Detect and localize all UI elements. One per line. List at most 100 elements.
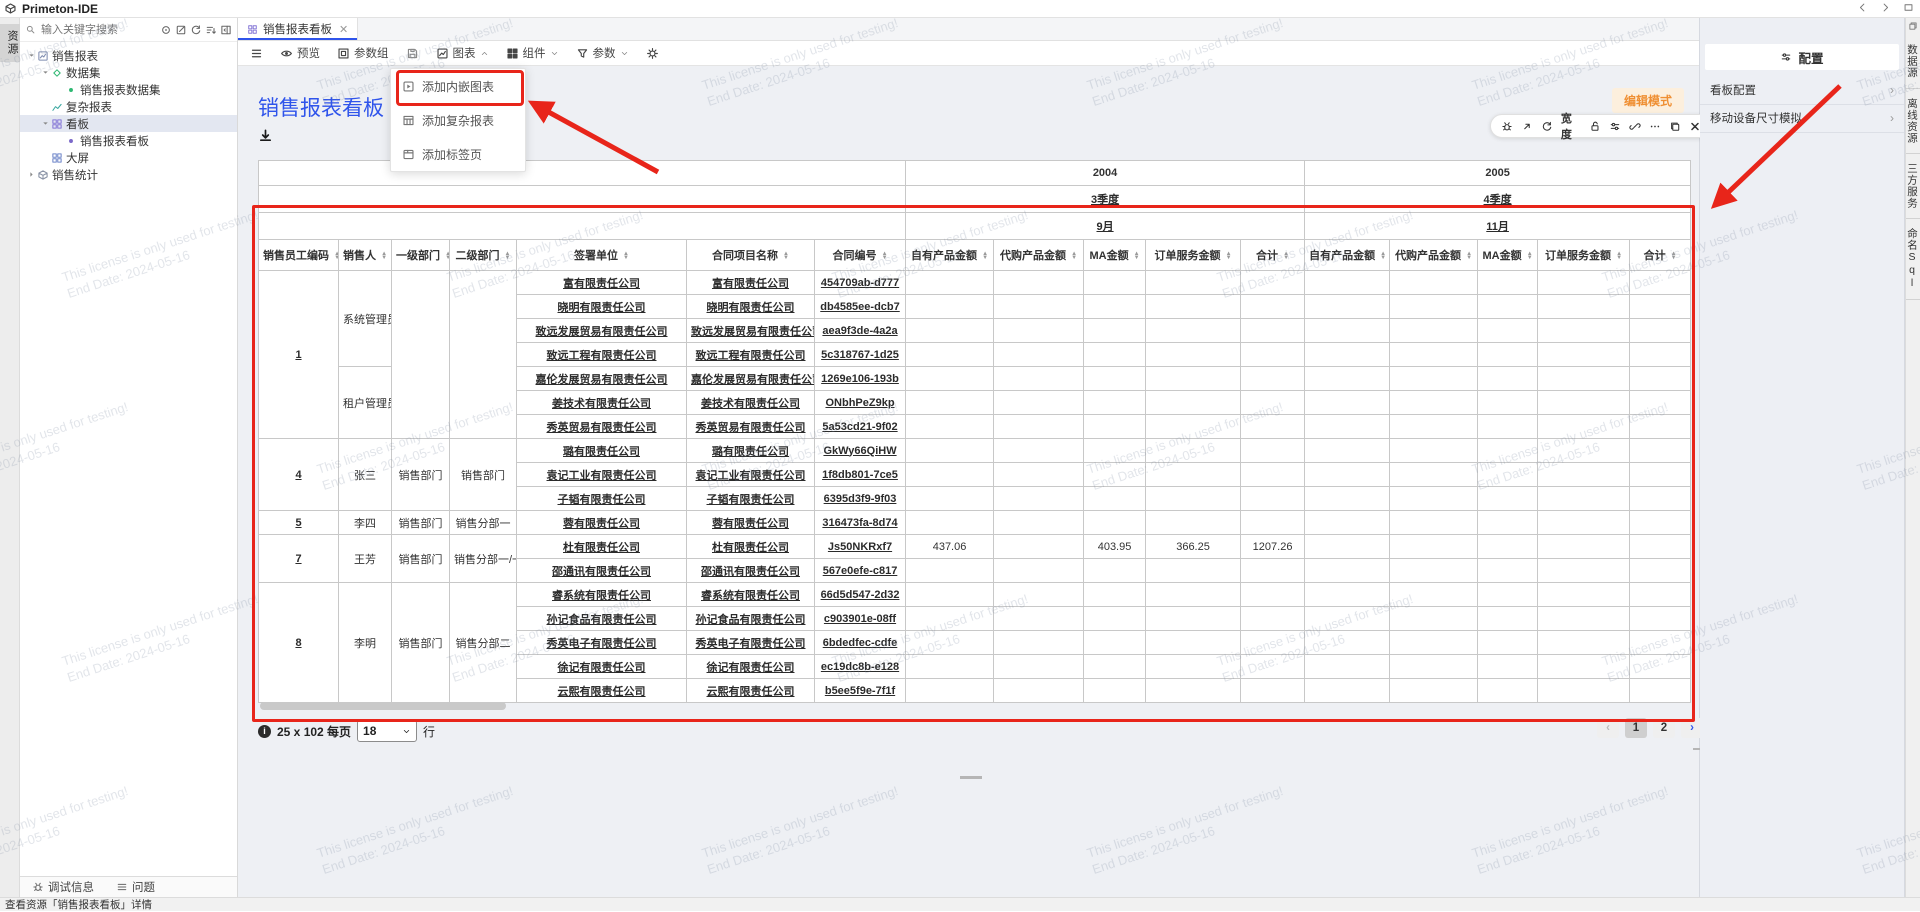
metric-column-header[interactable]: MA金额 ▲▼ bbox=[1084, 240, 1146, 271]
contract-link[interactable]: GkWy66QiHW bbox=[823, 445, 896, 457]
contract-link[interactable]: 454709ab-d777 bbox=[821, 277, 899, 289]
employee-code-link[interactable]: 7 bbox=[295, 553, 301, 565]
unit-link[interactable]: 璐有限责任公司 bbox=[563, 446, 640, 458]
menu-item-add-complex-report[interactable]: 添加复杂报表 bbox=[391, 103, 525, 137]
tree-item[interactable]: 销售报表看板 bbox=[20, 132, 237, 149]
unlock-icon[interactable] bbox=[1589, 120, 1601, 133]
widget-resize-handle[interactable] bbox=[960, 776, 982, 779]
refresh-icon[interactable] bbox=[1541, 120, 1553, 133]
tree-item[interactable]: 大屏 bbox=[20, 149, 237, 166]
tree-item[interactable]: 看板 bbox=[20, 115, 237, 132]
contract-link[interactable]: 5c318767-1d25 bbox=[821, 349, 899, 361]
unit-link[interactable]: 嘉伦发展贸易有限责任公司 bbox=[536, 374, 668, 386]
metric-column-header[interactable]: 代购产品金额 ▲▼ bbox=[1390, 240, 1478, 271]
tree-item[interactable]: 数据集 bbox=[20, 64, 237, 81]
width-label[interactable]: 宽度 bbox=[1561, 110, 1581, 142]
page-button-2[interactable]: 2 bbox=[1653, 718, 1675, 738]
metric-column-header[interactable]: 订单服务金额 ▲▼ bbox=[1146, 240, 1241, 271]
sort-list-icon[interactable] bbox=[205, 24, 217, 36]
unit-link[interactable]: 孙记食品有限责任公司 bbox=[547, 614, 657, 626]
settings-button[interactable] bbox=[646, 47, 659, 60]
close-icon[interactable]: ✕ bbox=[339, 23, 348, 36]
tree-item[interactable]: 复杂报表 bbox=[20, 98, 237, 115]
project-link[interactable]: 致远工程有限责任公司 bbox=[696, 350, 806, 362]
unit-link[interactable]: 致远发展贸易有限责任公司 bbox=[536, 326, 668, 338]
window-icon[interactable] bbox=[1903, 2, 1914, 13]
collapse-panel-icon[interactable] bbox=[220, 24, 232, 36]
more-icon[interactable] bbox=[1649, 120, 1661, 133]
project-link[interactable]: 富有限责任公司 bbox=[712, 278, 789, 290]
restore-panel-icon[interactable] bbox=[1908, 21, 1918, 31]
contract-link[interactable]: 316473fa-8d74 bbox=[822, 517, 897, 529]
metric-column-header[interactable]: 代购产品金额 ▲▼ bbox=[994, 240, 1084, 271]
bug-icon[interactable] bbox=[1501, 120, 1513, 133]
metric-column-header[interactable]: 自有产品金额 ▲▼ bbox=[906, 240, 994, 271]
tree-item[interactable]: 销售统计 bbox=[20, 166, 237, 183]
caret-down-icon[interactable] bbox=[40, 119, 50, 128]
employee-code-link[interactable]: 5 bbox=[295, 517, 301, 529]
unit-link[interactable]: 致远工程有限责任公司 bbox=[547, 350, 657, 362]
month-link[interactable]: 11月 bbox=[1486, 221, 1509, 233]
month-link[interactable]: 9月 bbox=[1096, 221, 1113, 233]
unit-link[interactable]: 睿系统有限责任公司 bbox=[552, 590, 651, 602]
edit-mode-button[interactable]: 编辑模式 bbox=[1612, 88, 1684, 113]
config-item-board-settings[interactable]: 看板配置› bbox=[1700, 76, 1904, 105]
tree-item[interactable]: 销售报表 bbox=[20, 47, 237, 64]
project-link[interactable]: 晓明有限责任公司 bbox=[707, 302, 795, 314]
search-input[interactable] bbox=[39, 23, 157, 37]
unit-link[interactable]: 袁记工业有限责任公司 bbox=[547, 470, 657, 482]
unit-link[interactable]: 富有限责任公司 bbox=[563, 278, 640, 290]
target-icon[interactable] bbox=[160, 24, 172, 36]
right-tab-third-party-services[interactable]: 三方服务 bbox=[1906, 154, 1920, 219]
config-item-mobile-size-sim[interactable]: 移动设备尺寸模拟› bbox=[1700, 104, 1904, 133]
project-link[interactable]: 杜有限责任公司 bbox=[712, 542, 789, 554]
contract-link[interactable]: ONbhPeZ9kp bbox=[825, 397, 894, 409]
contract-link[interactable]: 5a53cd21-9f02 bbox=[822, 421, 897, 433]
unit-link[interactable]: 徐记有限责任公司 bbox=[558, 662, 646, 674]
caret-right-icon[interactable] bbox=[26, 170, 36, 179]
unit-link[interactable]: 邵通讯有限责任公司 bbox=[552, 566, 651, 578]
metric-column-header[interactable]: 合计 ▲▼ bbox=[1630, 240, 1691, 271]
column-header[interactable]: 签署单位 ▲▼ bbox=[517, 240, 687, 271]
unit-link[interactable]: 秀英电子有限责任公司 bbox=[547, 638, 657, 650]
project-link[interactable]: 嘉伦发展贸易有限责任公司 bbox=[691, 374, 815, 386]
project-link[interactable]: 孙记食品有限责任公司 bbox=[696, 614, 806, 626]
menu-item-add-inline-chart[interactable]: 添加内嵌图表 bbox=[391, 69, 525, 103]
prev-page-button[interactable]: ‹ bbox=[1597, 718, 1619, 738]
contract-link[interactable]: 1f8db801-7ce5 bbox=[822, 469, 898, 481]
project-link[interactable]: 邵通讯有限责任公司 bbox=[701, 566, 800, 578]
unit-link[interactable]: 子韬有限责任公司 bbox=[558, 494, 646, 506]
project-link[interactable]: 秀英电子有限责任公司 bbox=[696, 638, 806, 650]
right-tab-offline-resources[interactable]: 离线资源 bbox=[1906, 89, 1920, 154]
save-button[interactable] bbox=[406, 47, 419, 60]
quarter-link[interactable]: 3季度 bbox=[1091, 194, 1119, 206]
download-button[interactable] bbox=[258, 128, 273, 143]
chevron-left-icon[interactable] bbox=[1857, 2, 1868, 13]
caret-down-icon[interactable] bbox=[40, 68, 50, 77]
refresh-icon[interactable] bbox=[190, 24, 202, 36]
resources-vertical-tab[interactable]: 资源 bbox=[0, 24, 20, 62]
horizontal-scrollbar[interactable] bbox=[260, 702, 506, 710]
unit-link[interactable]: 晓明有限责任公司 bbox=[558, 302, 646, 314]
contract-link[interactable]: 6bdedfec-cdfe bbox=[823, 637, 898, 649]
contract-link[interactable]: b5ee5f9e-7f1f bbox=[825, 685, 895, 697]
contract-link[interactable]: aea9f3de-4a2a bbox=[822, 325, 897, 337]
param-menu-button[interactable]: 参数 bbox=[576, 45, 629, 61]
employee-code-link[interactable]: 1 bbox=[295, 349, 301, 361]
component-menu-button[interactable]: 组件 bbox=[506, 45, 559, 61]
metric-column-header[interactable]: 自有产品金额 ▲▼ bbox=[1305, 240, 1390, 271]
edit-icon[interactable] bbox=[175, 24, 187, 36]
sliders-icon[interactable] bbox=[1609, 120, 1621, 133]
project-link[interactable]: 秀英贸易有限责任公司 bbox=[696, 422, 806, 434]
project-link[interactable]: 云熙有限责任公司 bbox=[707, 686, 795, 698]
caret-down-icon[interactable] bbox=[26, 51, 36, 60]
contract-link[interactable]: db4585ee-dcb7 bbox=[820, 301, 899, 313]
contract-link[interactable]: 66d5d547-2d32 bbox=[821, 589, 900, 601]
expand-arrow-icon[interactable] bbox=[1521, 120, 1533, 133]
project-link[interactable]: 姜技术有限责任公司 bbox=[701, 398, 800, 410]
project-link[interactable]: 蓉有限责任公司 bbox=[712, 518, 789, 530]
column-header[interactable]: 合同编号 ▲▼ bbox=[815, 240, 906, 271]
param-group-button[interactable]: 参数组 bbox=[337, 45, 389, 61]
tree-item[interactable]: 销售报表数据集 bbox=[20, 81, 237, 98]
metric-column-header[interactable]: MA金额 ▲▼ bbox=[1478, 240, 1538, 271]
